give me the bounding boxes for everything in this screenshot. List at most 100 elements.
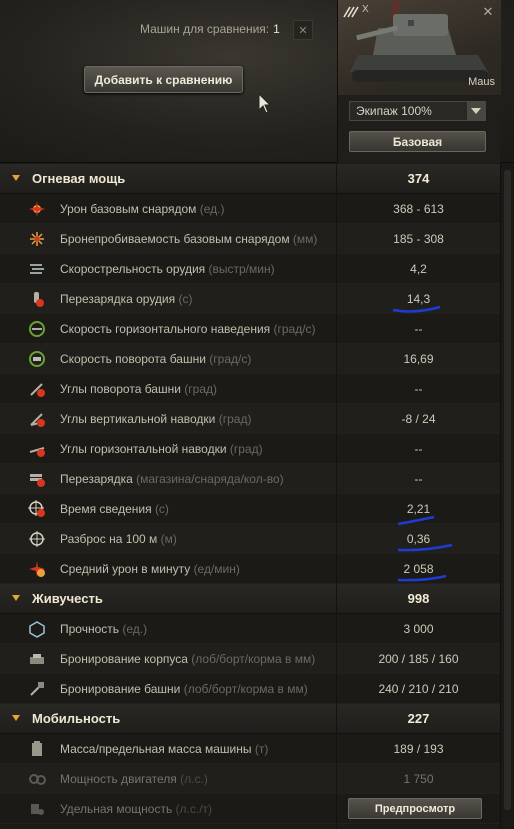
stat-label: Масса/предельная масса машины (т) — [60, 742, 268, 756]
mouse-cursor-icon — [258, 93, 272, 114]
scrollbar-thumb[interactable] — [504, 170, 511, 810]
tank-name: Maus — [468, 76, 495, 88]
stat-row: Скорострельность орудия (выстр/мин) 4,2 — [0, 254, 500, 284]
stat-value: 1 750 — [403, 771, 434, 786]
stat-value: 240 / 210 / 210 — [378, 681, 459, 696]
hull-armor-icon — [30, 654, 44, 664]
stat-unit: (град) — [184, 381, 217, 396]
stat-value: -- — [414, 441, 423, 456]
stat-unit: (л.с.) — [180, 771, 208, 786]
stat-unit: (ед/мин) — [193, 561, 240, 576]
stat-row: Углы поворота башни (град) -- — [0, 374, 500, 404]
stat-row: Мощность двигателя (л.с.) 1 750 — [0, 764, 500, 794]
stat-label: Прочность (ед.) — [60, 622, 147, 636]
crew-dropdown-value: Экипаж 100% — [356, 104, 432, 118]
compare-count-label: Машин для сравнения: — [140, 22, 270, 36]
chevron-down-icon — [12, 595, 20, 601]
stat-label-text: Удельная мощность — [60, 801, 173, 816]
section-title: Мобильность — [32, 711, 121, 726]
stat-unit: (лоб/борт/корма в мм) — [191, 651, 316, 666]
stat-label-text: Углы горизонтальной наводки — [60, 441, 227, 456]
stat-unit: (град) — [229, 441, 263, 456]
stat-label-text: Углы поворота башни — [60, 381, 181, 396]
stat-unit: (мм) — [292, 231, 318, 246]
stat-value: 2,21 — [406, 501, 431, 516]
horizontal-angles-icon — [29, 447, 45, 457]
tank-image: X ✕ Maus — [338, 0, 501, 95]
section-title: Огневая мощь — [32, 171, 126, 186]
stat-unit: (м) — [160, 531, 177, 546]
compare-count-number: 1 — [273, 22, 280, 36]
remove-vehicle-button[interactable]: ✕ — [480, 4, 496, 20]
stat-label: Бронепробиваемость базовым снарядом (мм) — [60, 232, 317, 246]
section-header[interactable]: Живучесть 998 — [0, 584, 500, 614]
chevron-down-icon — [12, 175, 20, 181]
stat-label-text: Бронепробиваемость базовым снарядом — [60, 231, 290, 246]
add-to-comparison-button[interactable]: Добавить к сравнению — [84, 66, 243, 93]
stat-label-text: Углы вертикальной наводки — [60, 411, 216, 426]
specific-power-icon — [31, 804, 44, 815]
stat-label-text: Скорострельность орудия — [60, 261, 206, 276]
stat-label-text: Разброс на 100 м — [60, 531, 158, 546]
stat-value: 0,36 — [406, 531, 431, 546]
penetration-icon — [30, 232, 44, 246]
stat-label-text: Прочность — [60, 621, 120, 636]
stat-unit: (с) — [178, 291, 193, 306]
stat-label: Скорострельность орудия (выстр/мин) — [60, 262, 275, 276]
stat-value: 16,69 — [403, 351, 434, 366]
stat-row: Разброс на 100 м (м) 0,36 — [0, 524, 500, 554]
stat-label-text: Средний урон в минуту — [60, 561, 191, 576]
stat-row: Бронирование корпуса (лоб/борт/корма в м… — [0, 644, 500, 674]
stat-label: Мощность двигателя (л.с.) — [60, 772, 208, 786]
stat-row: Перезарядка (магазина/снаряда/кол-во) -- — [0, 464, 500, 494]
chevron-down-icon — [467, 102, 485, 120]
section-total: 374 — [407, 171, 430, 186]
stat-label: Урон базовым снарядом (ед.) — [60, 202, 225, 216]
stat-row: Средний урон в минуту (ед/мин) 2 058 — [0, 554, 500, 584]
preview-button[interactable]: Предпросмотр — [348, 798, 482, 819]
header-panel: Машин для сравнения: 1 ✕ Добавить к срав… — [0, 0, 514, 163]
stat-value: 2 058 — [403, 561, 434, 576]
stat-label: Углы горизонтальной наводки (град) — [60, 442, 263, 456]
stat-label-text: Время сведения — [60, 501, 152, 516]
vertical-angles-icon — [30, 413, 45, 427]
dpm-icon — [29, 561, 45, 577]
damage-icon — [29, 201, 45, 217]
section-total: 998 — [407, 591, 430, 606]
stat-label: Средний урон в минуту (ед/мин) — [60, 562, 240, 576]
engine-power-icon — [29, 774, 46, 785]
stat-label: Углы поворота башни (град) — [60, 382, 217, 396]
stat-row: Масса/предельная масса машины (т) 189 / 1… — [0, 734, 500, 764]
stat-value: -- — [414, 381, 423, 396]
stat-unit: (лоб/борт/корма в мм) — [183, 681, 308, 696]
turret-angles-icon — [30, 383, 45, 397]
reload-icon — [34, 292, 44, 307]
stat-label: Удельная мощность (л.с./т) — [60, 802, 212, 816]
scrollbar[interactable] — [500, 164, 514, 829]
stat-unit: (выстр/мин) — [208, 261, 275, 276]
stat-row: Углы вертикальной наводки (град) -8 / 24 — [0, 404, 500, 434]
stat-value: 14,3 — [406, 291, 431, 306]
clear-comparison-button[interactable]: ✕ — [293, 20, 313, 40]
stat-label-text: Перезарядка орудия — [60, 291, 176, 306]
section-header[interactable]: Огневая мощь 374 — [0, 164, 500, 194]
stat-label-text: Перезарядка — [60, 471, 133, 486]
stats-table: Огневая мощь 374 Урон базовым снарядом (ед… — [0, 164, 500, 824]
compare-count: Машин для сравнения: 1 — [140, 20, 280, 38]
stat-value: 189 / 193 — [393, 741, 444, 756]
stat-unit: (магазина/снаряда/кол-во) — [136, 471, 284, 486]
section-header[interactable]: Мобильность 227 — [0, 704, 500, 734]
aim-time-icon — [28, 500, 45, 517]
stat-label: Углы вертикальной наводки (град) — [60, 412, 251, 426]
stat-label-text: Урон базовым снарядом — [60, 201, 197, 216]
base-config-button[interactable]: Базовая — [349, 131, 486, 152]
stat-label: Время сведения (с) — [60, 502, 169, 516]
stat-label-text: Бронирование корпуса — [60, 651, 188, 666]
hitpoints-icon — [29, 621, 45, 638]
vehicle-card: X ✕ Maus Экипаж 100% Базовая — [337, 0, 501, 163]
stat-row: Время сведения (с) 2,21 — [0, 494, 500, 524]
stat-label: Бронирование корпуса (лоб/борт/корма в м… — [60, 652, 315, 666]
stat-label: Скорость горизонтального наведения (град… — [60, 322, 316, 336]
stat-label: Скорость поворота башни (град/с) — [60, 352, 251, 366]
crew-dropdown[interactable]: Экипаж 100% — [349, 101, 486, 121]
